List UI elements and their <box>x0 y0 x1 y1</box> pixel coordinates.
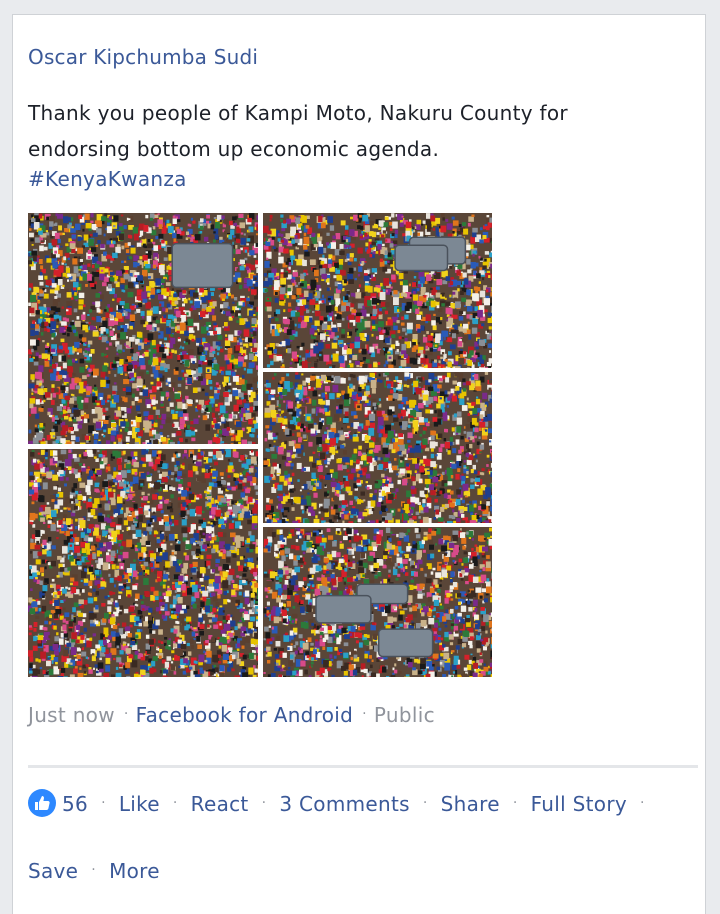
separator-dot: · <box>88 795 119 811</box>
separator-dot: · <box>249 795 280 811</box>
divider <box>28 765 698 768</box>
more-button[interactable]: More <box>109 859 160 883</box>
like-count-link[interactable]: 56 <box>28 792 88 816</box>
post-source-link[interactable]: Facebook for Android <box>136 703 354 727</box>
separator-dot: · <box>160 795 191 811</box>
post-author[interactable]: Oscar Kipchumba Sudi <box>28 45 258 69</box>
full-story-link[interactable]: Full Story <box>531 792 627 816</box>
react-button[interactable]: React <box>191 792 249 816</box>
post-meta: Just now·Facebook for Android·Public <box>28 703 435 727</box>
post-photo-5[interactable] <box>263 527 492 677</box>
post-time[interactable]: Just now <box>28 703 115 727</box>
post-actions: 56·Like·React·3 Comments·Share·Full Stor… <box>28 789 703 817</box>
actions-row-2: Save·More <box>28 859 160 883</box>
post-hashtag[interactable]: #KenyaKwanza <box>28 167 187 191</box>
comments-link[interactable]: 3 Comments <box>279 792 410 816</box>
post-photo-2[interactable] <box>263 213 492 368</box>
post-card: Oscar Kipchumba Sudi Thank you people of… <box>12 14 706 914</box>
separator-dot: · <box>500 795 531 811</box>
separator-dot: · <box>78 862 109 878</box>
separator-dot: · <box>410 795 441 811</box>
share-button[interactable]: Share <box>441 792 500 816</box>
post-text: Thank you people of Kampi Moto, Nakuru C… <box>28 95 668 167</box>
post-photo-1[interactable] <box>28 213 258 444</box>
like-count: 56 <box>62 792 88 816</box>
separator-dot: · <box>353 706 374 722</box>
post-privacy: Public <box>374 703 435 727</box>
save-button[interactable]: Save <box>28 859 78 883</box>
post-photo-3[interactable] <box>263 372 492 523</box>
separator-dot: · <box>115 706 136 722</box>
separator-dot: · <box>627 795 658 811</box>
like-button[interactable]: Like <box>119 792 160 816</box>
thumbs-up-icon <box>28 789 56 817</box>
post-photo-4[interactable] <box>28 449 258 677</box>
